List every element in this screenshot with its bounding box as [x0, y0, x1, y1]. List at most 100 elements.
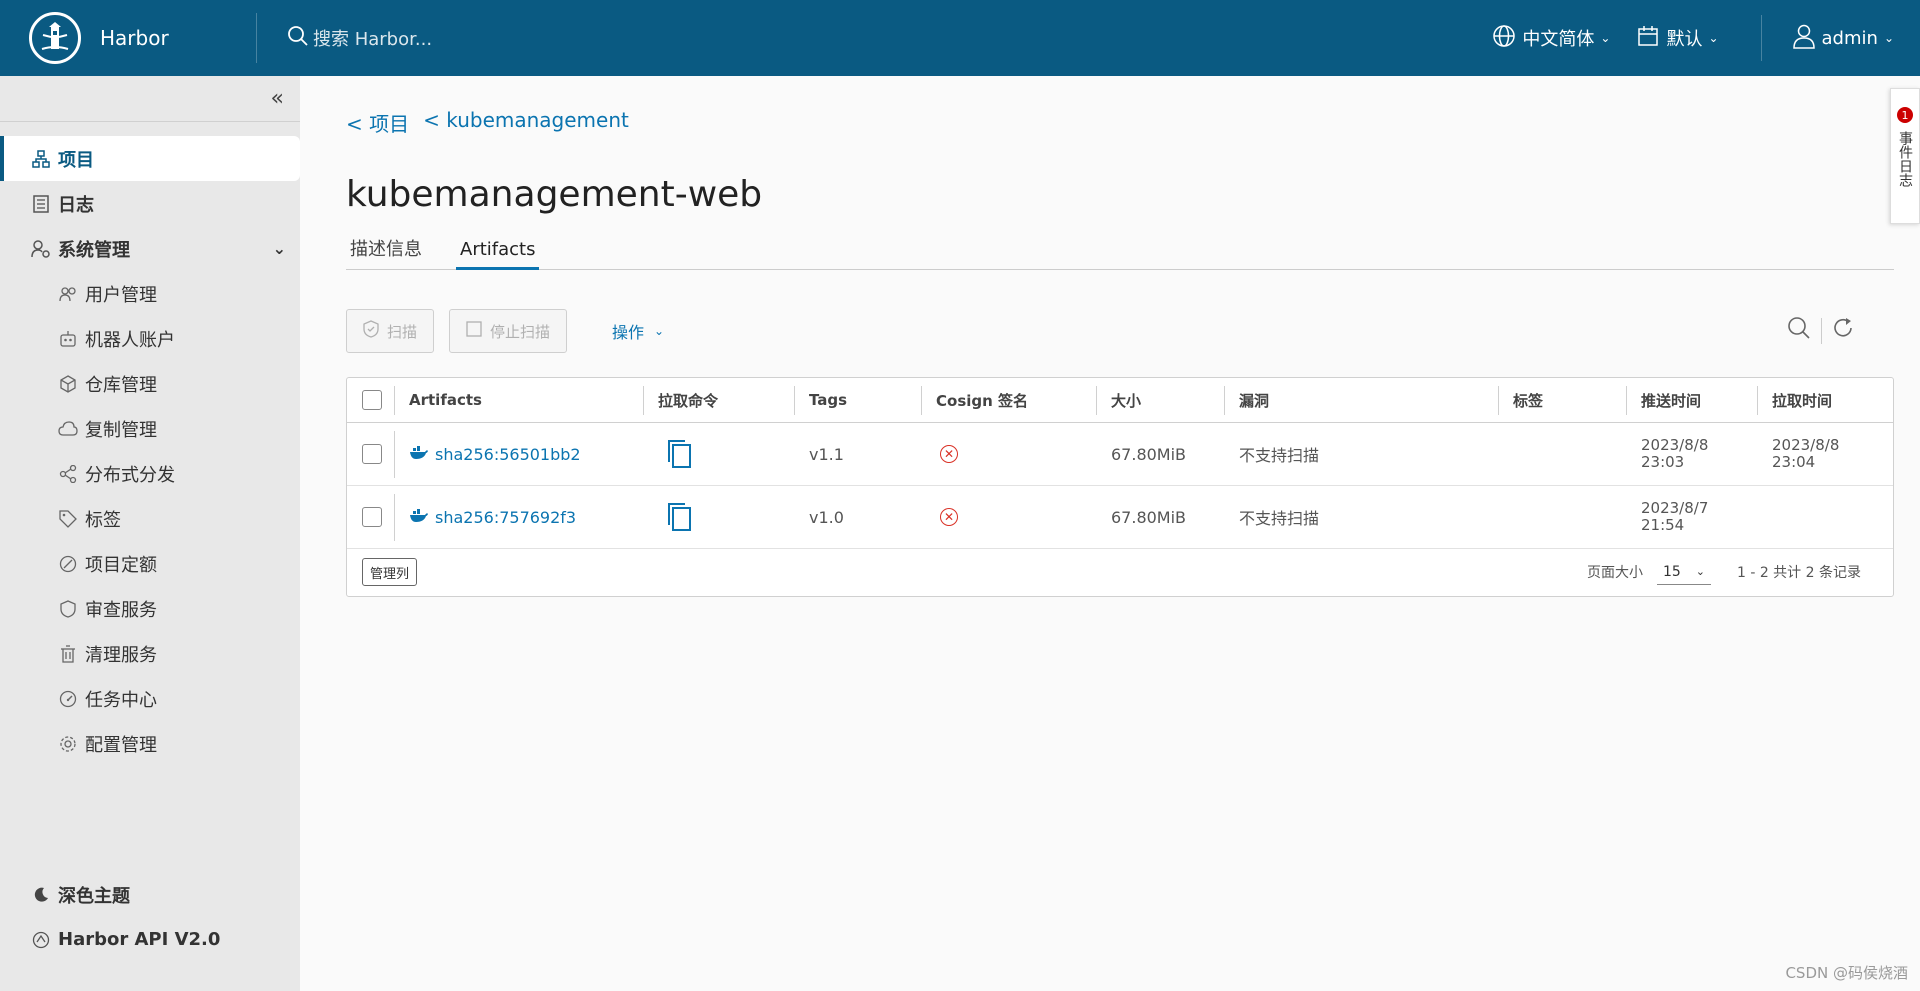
table-row[interactable]: sha256:757692f3 v1.0 ✕ 67.80MiB 不支持扫描 20… — [347, 486, 1893, 549]
column-divider — [394, 494, 395, 541]
column-divider — [394, 431, 395, 478]
page-size-value: 15 — [1662, 563, 1681, 580]
chevron-down-icon: ⌄ — [1883, 31, 1894, 45]
stop-scan-button[interactable]: 停止扫描 — [449, 309, 568, 353]
dark-theme-toggle[interactable]: 深色主题 — [0, 872, 300, 917]
artifact-link[interactable]: sha256:757692f3 — [409, 486, 576, 548]
notification-badge: 1 — [1897, 107, 1913, 123]
column-header-push-time[interactable]: 推送时间 — [1641, 378, 1701, 422]
column-divider — [394, 386, 395, 415]
stop-scan-label: 停止扫描 — [490, 322, 551, 341]
sidebar-item-configuration[interactable]: 配置管理 — [0, 721, 300, 766]
column-divider — [1224, 386, 1225, 415]
sidebar-collapse-button[interactable]: « — [0, 76, 300, 122]
scan-button[interactable]: 扫描 — [346, 309, 435, 353]
global-search[interactable]: 搜索 Harbor... — [287, 25, 432, 52]
breadcrumb-projects-link[interactable]: < 项目 — [346, 108, 409, 137]
sidebar-item-users[interactable]: 用户管理 — [0, 271, 300, 316]
sidebar-item-logs[interactable]: 日志 — [0, 181, 300, 226]
sidebar-item-robots[interactable]: 机器人账户 — [0, 316, 300, 361]
scan-label: 扫描 — [387, 322, 418, 341]
theme-selector[interactable]: 默认 ⌄ — [1636, 24, 1719, 53]
tag-icon — [57, 509, 79, 528]
sidebar-item-quotas[interactable]: 项目定额 — [0, 541, 300, 586]
push-time: 21:54 — [1641, 516, 1685, 534]
sidebar-item-projects[interactable]: 项目 — [0, 136, 300, 181]
artifacts-table: Artifacts 拉取命令 Tags Cosign 签名 大小 漏洞 标签 推… — [346, 377, 1894, 597]
column-divider — [921, 386, 922, 415]
event-log-side-tab[interactable]: 1 事件日志 — [1890, 88, 1920, 224]
column-header-pull-command[interactable]: 拉取命令 — [658, 378, 718, 422]
shield-check-icon — [363, 320, 379, 342]
sidebar-item-label: 机器人账户 — [85, 329, 175, 351]
unsigned-x-icon: ✕ — [940, 508, 958, 526]
registry-icon — [57, 374, 79, 393]
column-header-pull-time[interactable]: 拉取时间 — [1772, 378, 1832, 422]
user-menu[interactable]: admin ⌄ — [1792, 23, 1894, 54]
sidebar-item-replication[interactable]: 复制管理 — [0, 406, 300, 451]
column-divider — [1498, 386, 1499, 415]
row-checkbox[interactable] — [362, 444, 382, 464]
logs-icon — [30, 194, 52, 213]
chevron-down-icon: ⌄ — [1600, 31, 1611, 45]
sidebar-item-interrogation[interactable]: 审查服务 — [0, 586, 300, 631]
tab-artifacts[interactable]: Artifacts — [456, 236, 540, 270]
copy-pull-command-icon[interactable] — [666, 486, 692, 548]
column-header-artifacts[interactable]: Artifacts — [409, 378, 482, 422]
table-row[interactable]: sha256:56501bb2 v1.1 ✕ 67.80MiB 不支持扫描 20… — [347, 423, 1893, 486]
column-header-tags[interactable]: Tags — [809, 378, 847, 422]
copy-pull-command-icon[interactable] — [666, 423, 692, 485]
artifact-tags: v1.0 — [809, 507, 844, 527]
select-all-checkbox[interactable] — [362, 390, 382, 410]
breadcrumb: < 项目 < kubemanagement — [346, 108, 629, 137]
actions-label: 操作 — [612, 323, 645, 342]
api-label: Harbor API V2.0 — [58, 929, 221, 950]
quota-icon — [57, 555, 79, 573]
pagination-range: 1 - 2 共计 2 条记录 — [1736, 565, 1861, 581]
row-checkbox[interactable] — [362, 507, 382, 527]
column-header-vulnerabilities[interactable]: 漏洞 — [1239, 378, 1269, 422]
tab-info[interactable]: 描述信息 — [346, 236, 426, 270]
sidebar-item-cleanup[interactable]: 清理服务 — [0, 631, 300, 676]
column-header-labels[interactable]: 标签 — [1513, 378, 1543, 422]
breadcrumb-repo-link[interactable]: < kubemanagement — [423, 108, 629, 137]
sidebar: « 项目 日志 系统管理 ⌄ 用户管理 机器人账户 仓库管理 复制管理 分布式分… — [0, 76, 300, 991]
dark-theme-label: 深色主题 — [58, 885, 130, 907]
artifact-vulnerabilities: 不支持扫描 — [1239, 509, 1320, 528]
distribution-icon — [57, 464, 79, 483]
search-icon[interactable] — [1787, 316, 1811, 346]
sidebar-item-jobs[interactable]: 任务中心 — [0, 676, 300, 721]
push-time: 23:03 — [1641, 453, 1685, 471]
language-selector[interactable]: 中文简体 ⌄ — [1492, 24, 1610, 53]
pull-date: 2023/8/8 — [1772, 436, 1840, 454]
sidebar-item-label: 配置管理 — [85, 734, 157, 756]
artifact-size: 67.80MiB — [1111, 507, 1187, 527]
artifact-link[interactable]: sha256:56501bb2 — [409, 423, 581, 485]
refresh-icon[interactable] — [1832, 317, 1854, 345]
tab-bar: 描述信息 Artifacts — [346, 236, 1894, 270]
users-icon — [57, 286, 79, 302]
column-header-cosign[interactable]: Cosign 签名 — [936, 378, 1028, 422]
sidebar-item-distribution[interactable]: 分布式分发 — [0, 451, 300, 496]
sidebar-item-label: 分布式分发 — [85, 464, 175, 486]
shield-icon — [57, 599, 79, 618]
sidebar-item-label: 标签 — [85, 509, 121, 531]
stop-icon — [466, 321, 482, 341]
api-icon — [30, 931, 52, 949]
sidebar-item-admin[interactable]: 系统管理 ⌄ — [0, 226, 300, 271]
sidebar-item-label: 日志 — [58, 194, 94, 216]
artifact-toolbar: 扫描 停止扫描 操作 ⌄ — [346, 309, 1894, 353]
artifact-vulnerabilities: 不支持扫描 — [1239, 446, 1320, 465]
page-size-select[interactable]: 15 ⌄ — [1656, 559, 1711, 585]
manage-columns-button[interactable]: 管理列 — [362, 558, 418, 586]
docker-icon — [409, 507, 429, 527]
chevron-down-icon: ⌄ — [272, 239, 286, 258]
sidebar-item-registries[interactable]: 仓库管理 — [0, 361, 300, 406]
sidebar-item-label: 审查服务 — [85, 599, 157, 621]
toolbar-divider — [1821, 318, 1822, 344]
column-header-size[interactable]: 大小 — [1111, 378, 1141, 422]
actions-dropdown[interactable]: 操作 ⌄ — [612, 319, 664, 343]
sidebar-item-labels[interactable]: 标签 — [0, 496, 300, 541]
harbor-api-link[interactable]: Harbor API V2.0 — [0, 917, 300, 962]
brand[interactable]: Harbor — [0, 0, 256, 76]
